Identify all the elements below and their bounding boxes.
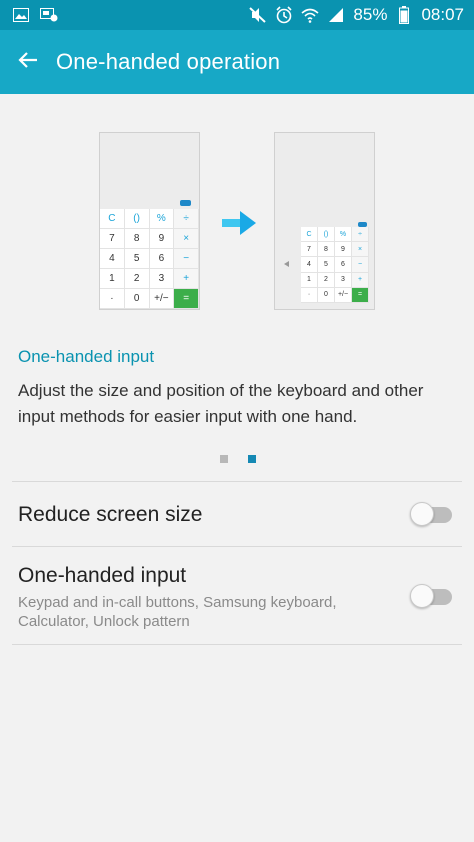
calculator-key: −	[174, 249, 199, 269]
calculator-key: −	[352, 257, 369, 273]
calculator-key: ÷	[352, 227, 369, 243]
clock: 08:07	[421, 5, 464, 24]
calculator-key: 9	[335, 242, 352, 258]
calculator-key: +	[352, 272, 369, 288]
calculator-key: 1	[301, 272, 318, 288]
arrow-right-icon	[222, 211, 256, 235]
calculator-key: 3	[335, 272, 352, 288]
calculator-key: +/−	[149, 289, 175, 309]
calculator-key: C	[100, 209, 125, 229]
mute-icon	[249, 6, 267, 24]
calculator-key: ()	[124, 209, 150, 229]
one-handed-input-switch[interactable]	[410, 583, 452, 609]
chevron-left-icon	[284, 261, 289, 267]
battery-percent: 85%	[353, 5, 388, 24]
calculator-key: 6	[149, 249, 175, 269]
back-button[interactable]	[0, 30, 56, 94]
app-bar: One-handed operation	[0, 30, 474, 94]
switch-thumb	[410, 584, 434, 608]
calculator-key: ×	[174, 229, 199, 249]
status-bar: 85% 08:07	[0, 0, 474, 30]
calculator-key: 1	[100, 269, 125, 289]
switch-thumb	[410, 502, 434, 526]
reduce-screen-size-switch[interactable]	[410, 501, 452, 527]
screen-cast-icon	[40, 6, 58, 24]
tutorial-illustration: C()% ÷ 7 8 9 × 4 5 6−1 2 3 + · 0 +/− = C()% ÷ 7 8 9 × 4 5 6−1 2 3…	[0, 94, 474, 334]
arrow-back-icon	[18, 51, 38, 74]
calculator-key: =	[352, 287, 369, 303]
tutorial-description: Adjust the size and position of the keyb…	[18, 381, 424, 426]
calculator-key: 4	[100, 249, 125, 269]
calculator-keypad-small: C()% ÷ 7 8 9 × 4 5 6− 1 2 3 + · 0 +/− =	[301, 227, 369, 303]
page-dot-2[interactable]	[248, 455, 256, 463]
calculator-key: 7	[301, 242, 318, 258]
calculator-key: 9	[149, 229, 175, 249]
calculator-key: 2	[318, 272, 335, 288]
backspace-icon	[180, 200, 191, 206]
calculator-key: +	[174, 269, 199, 289]
calculator-key: =	[174, 289, 199, 309]
calculator-key: C	[301, 227, 318, 243]
calculator-key: ·	[301, 287, 318, 303]
calculator-key: +/−	[335, 287, 352, 303]
calculator-key: ()	[318, 227, 335, 243]
calculator-key: 3	[149, 269, 175, 289]
gallery-icon	[12, 6, 30, 24]
setting-title: Reduce screen size	[18, 503, 203, 526]
calculator-key: ·	[100, 289, 125, 309]
setting-title: One-handed input	[18, 564, 187, 587]
calculator-key: ÷	[174, 209, 199, 229]
battery-icon	[395, 6, 413, 24]
setting-subtitle: Keypad and in-call buttons, Samsung keyb…	[18, 594, 337, 630]
page-dot-1[interactable]	[220, 455, 228, 463]
signal-icon	[327, 6, 345, 24]
calculator-key: 0	[318, 287, 335, 303]
phone-reduced-size: C()% ÷ 7 8 9 × 4 5 6− 1 2 3 + · 0 +/− =	[274, 132, 375, 310]
tutorial-title: One-handed input	[18, 347, 155, 366]
setting-reduce-screen-size[interactable]: Reduce screen size	[0, 482, 474, 546]
calculator-key: 8	[318, 242, 335, 258]
calculator-key: 7	[100, 229, 125, 249]
calculator-key: 8	[124, 229, 150, 249]
calculator-key: 4	[301, 257, 318, 273]
calculator-key: 6	[335, 257, 352, 273]
calculator-key: 5	[124, 249, 150, 269]
wifi-icon	[301, 6, 319, 24]
calculator-key: ×	[352, 242, 369, 258]
phone-full-size: C()% ÷ 7 8 9 × 4 5 6− 1 2 3 + · 0 +/− =	[99, 132, 200, 310]
calculator-key: 0	[124, 289, 150, 309]
calculator-key: 2	[124, 269, 150, 289]
calculator-key: 5	[318, 257, 335, 273]
alarm-icon	[275, 6, 293, 24]
setting-one-handed-input[interactable]: One-handed input Keypad and in-call butt…	[0, 547, 474, 644]
page-indicator	[220, 455, 256, 463]
calculator-key: %	[149, 209, 175, 229]
page-title: One-handed operation	[56, 49, 281, 74]
calculator-key: %	[335, 227, 352, 243]
divider	[12, 644, 462, 645]
calculator-keypad-large: C()% ÷ 7 8 9 × 4 5 6− 1 2 3 + · 0 +/− =	[100, 209, 199, 309]
